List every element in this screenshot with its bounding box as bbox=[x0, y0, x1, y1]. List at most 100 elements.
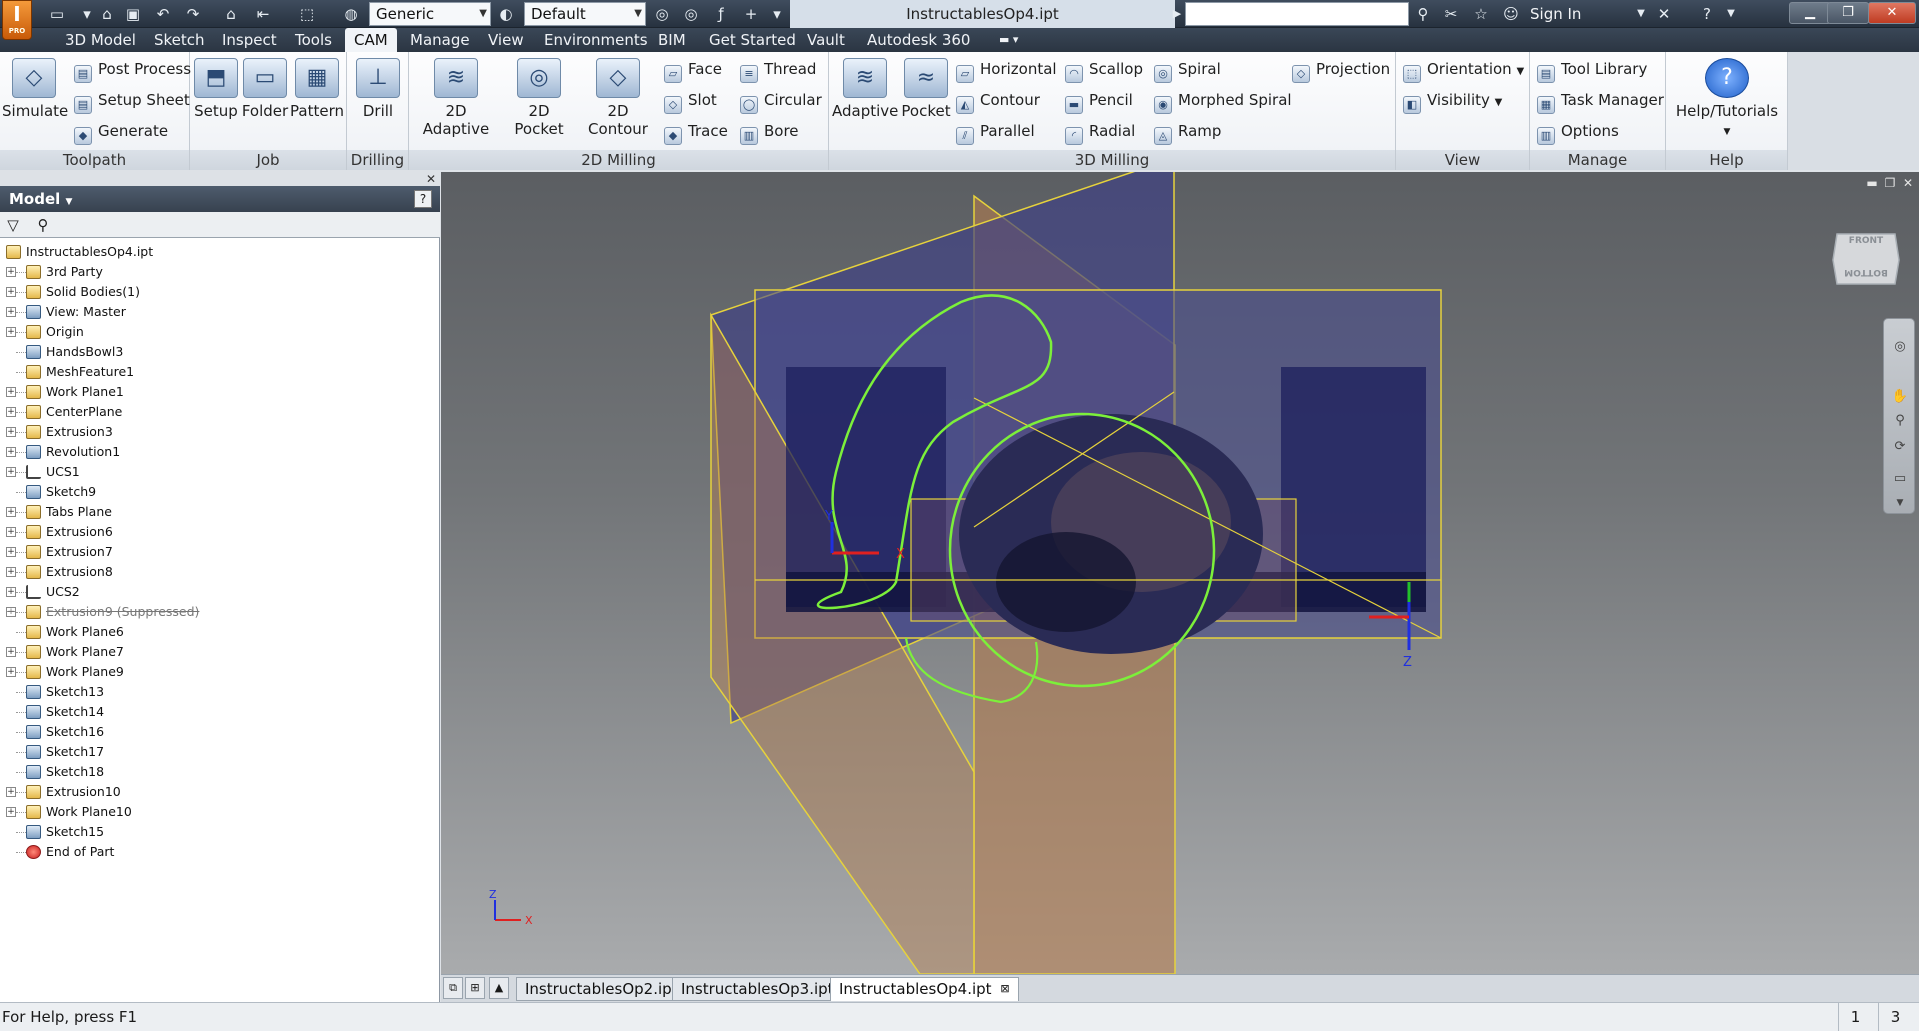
tab-tools[interactable]: Tools bbox=[286, 28, 341, 52]
2d-adaptive-button[interactable]: ≋ 2D Adaptive bbox=[412, 58, 500, 138]
viewcube[interactable]: FRONT BOTTOM bbox=[1829, 224, 1903, 292]
select-icon[interactable]: ⬚ bbox=[296, 3, 318, 25]
morphed-spiral-button[interactable]: ◉ Morphed Spiral bbox=[1154, 88, 1292, 114]
customize-icon[interactable]: ▾ bbox=[766, 3, 788, 25]
tree-node[interactable]: Work Plane6 bbox=[0, 622, 438, 642]
pocket-button[interactable]: ≈ Pocket bbox=[899, 58, 953, 120]
tree-node[interactable]: Sketch17 bbox=[0, 742, 438, 762]
expand-icon[interactable]: + bbox=[6, 647, 16, 657]
setup-button[interactable]: ⬒ Setup bbox=[192, 58, 240, 120]
doc-tab[interactable]: InstructablesOp3.ipt bbox=[672, 977, 843, 1001]
tree-node[interactable]: +3rd Party bbox=[0, 262, 438, 282]
slot-button[interactable]: ◇ Slot bbox=[664, 88, 717, 114]
tile-icon[interactable]: ⊞ bbox=[465, 977, 485, 999]
zoom-icon[interactable]: ⚲ bbox=[1890, 411, 1910, 431]
search-input[interactable] bbox=[1185, 2, 1409, 26]
tree-node[interactable]: + Extrusion7 bbox=[0, 542, 438, 562]
tree-node[interactable]: + Work Plane9 bbox=[0, 662, 438, 682]
expand-icon[interactable]: + bbox=[6, 567, 16, 577]
tree-node[interactable]: + Work Plane10 bbox=[0, 802, 438, 822]
expand-icon[interactable]: + bbox=[6, 587, 16, 597]
favorites-icon[interactable]: ☆ bbox=[1470, 3, 1492, 25]
tree-node[interactable]: + View: Master bbox=[0, 302, 438, 322]
tree-node[interactable]: + Work Plane1 bbox=[0, 382, 438, 402]
orientation-dropdown[interactable]: ⬚ Orientation ▼ bbox=[1403, 57, 1524, 83]
close-tab-icon[interactable]: ⊠ bbox=[1000, 978, 1009, 1000]
2d-contour-button[interactable]: ◇ 2D Contour bbox=[578, 58, 658, 138]
tab-view[interactable]: View bbox=[479, 28, 533, 52]
tree-node[interactable]: Sketch14 bbox=[0, 702, 438, 722]
tree-node[interactable]: + UCS1 bbox=[0, 462, 438, 482]
trace-button[interactable]: ◆ Trace bbox=[664, 119, 728, 145]
tab-inspect[interactable]: Inspect bbox=[213, 28, 286, 52]
face-button[interactable]: ▱ Face bbox=[664, 57, 722, 83]
tab-3d-model[interactable]: 3D Model bbox=[56, 28, 145, 52]
user-icon[interactable]: ☺ bbox=[1500, 3, 1522, 25]
open-icon[interactable]: ⌂ bbox=[96, 3, 118, 25]
tree-node[interactable]: Sketch16 bbox=[0, 722, 438, 742]
tab-list-icon[interactable]: ▲ bbox=[489, 977, 509, 999]
adaptive-button[interactable]: ≋ Adaptive bbox=[832, 58, 898, 120]
expand-icon[interactable]: + bbox=[6, 427, 16, 437]
color-icon[interactable]: ◍ bbox=[340, 3, 362, 25]
tree-node[interactable]: Sketch15 bbox=[0, 822, 438, 842]
find-icon[interactable]: ⚲ bbox=[32, 214, 54, 236]
tab-manage[interactable]: Manage bbox=[401, 28, 479, 52]
clear-appearance-icon[interactable]: ◎ bbox=[651, 3, 673, 25]
close-icon[interactable]: ✕ bbox=[424, 172, 438, 186]
radial-button[interactable]: ◜ Radial bbox=[1065, 119, 1135, 145]
appearance-combo[interactable]: Default ▼ bbox=[524, 2, 646, 26]
tree-node[interactable]: + Work Plane7 bbox=[0, 642, 438, 662]
home-icon[interactable]: ⌂ bbox=[220, 3, 242, 25]
browser-header[interactable]: Model ▼ bbox=[0, 186, 440, 212]
redo-icon[interactable]: ↷ bbox=[182, 3, 204, 25]
tree-node[interactable]: + Extrusion8 bbox=[0, 562, 438, 582]
tab-vault[interactable]: Vault bbox=[798, 28, 854, 52]
close-view-icon[interactable]: ✕ bbox=[1901, 176, 1915, 190]
expand-icon[interactable]: + bbox=[6, 607, 16, 617]
ramp-button[interactable]: ◬ Ramp bbox=[1154, 119, 1221, 145]
doc-tab[interactable]: InstructablesOp2.ipt bbox=[516, 977, 687, 1001]
undo-icon[interactable]: ↶ bbox=[152, 3, 174, 25]
bore-button[interactable]: ▥ Bore bbox=[740, 119, 799, 145]
tree-node[interactable]: Sketch13 bbox=[0, 682, 438, 702]
pan-icon[interactable]: ✋ bbox=[1890, 387, 1910, 407]
tab-get-started[interactable]: Get Started bbox=[700, 28, 805, 52]
2d-pocket-button[interactable]: ◎ 2D Pocket bbox=[502, 58, 576, 138]
minimize-view-icon[interactable]: ▬ bbox=[1865, 176, 1879, 190]
tree-node[interactable]: + UCS2 bbox=[0, 582, 438, 602]
tree-node[interactable]: + Extrusion10 bbox=[0, 782, 438, 802]
generate-button[interactable]: ◆ Generate bbox=[74, 119, 168, 145]
setup-sheet-button[interactable]: ▤ Setup Sheet bbox=[74, 88, 190, 114]
tree-node[interactable]: + Tabs Plane bbox=[0, 502, 438, 522]
tab-bim[interactable]: BIM bbox=[649, 28, 695, 52]
expand-icon[interactable]: + bbox=[6, 667, 16, 677]
tree-node[interactable]: End of Part bbox=[0, 842, 438, 862]
post-process-button[interactable]: ▤ Post Process bbox=[74, 57, 191, 83]
expand-icon[interactable]: + bbox=[6, 447, 16, 457]
tab-cam[interactable]: CAM bbox=[345, 28, 397, 52]
tree-node[interactable]: + Extrusion9 (Suppressed) bbox=[0, 602, 438, 622]
browser-help-icon[interactable]: ? bbox=[414, 190, 432, 208]
expand-icon[interactable]: + bbox=[6, 407, 16, 417]
binoculars-icon[interactable]: ⚲ bbox=[1412, 3, 1434, 25]
close-button[interactable]: ✕ bbox=[1868, 2, 1916, 24]
dropdown-arrow-icon[interactable]: ▾ bbox=[76, 3, 98, 25]
drill-button[interactable]: ⊥ Drill bbox=[352, 58, 404, 120]
subscription-icon[interactable]: ✂ bbox=[1440, 3, 1462, 25]
expand-icon[interactable]: + bbox=[6, 467, 16, 477]
minimize-button[interactable]: ▁ bbox=[1789, 2, 1831, 24]
chevron-down-icon[interactable]: ▼ bbox=[1890, 493, 1910, 513]
expand-icon[interactable]: + bbox=[6, 507, 16, 517]
save-icon[interactable]: ▣ bbox=[122, 3, 144, 25]
orbit-icon[interactable]: ⟳ bbox=[1890, 437, 1910, 457]
tree-node[interactable]: HandsBowl3 bbox=[0, 342, 438, 362]
chevron-down-icon[interactable]: ▼ bbox=[1630, 3, 1652, 25]
task-manager-button[interactable]: ▦ Task Manager bbox=[1537, 88, 1664, 114]
expand-icon[interactable]: + bbox=[6, 387, 16, 397]
visibility-dropdown[interactable]: ◧ Visibility ▼ bbox=[1403, 88, 1502, 114]
fx-icon[interactable]: ƒ bbox=[710, 3, 732, 25]
tab-environments[interactable]: Environments bbox=[535, 28, 657, 52]
filter-icon[interactable]: ▽ bbox=[2, 214, 24, 236]
adjust-icon[interactable]: ◎ bbox=[680, 3, 702, 25]
